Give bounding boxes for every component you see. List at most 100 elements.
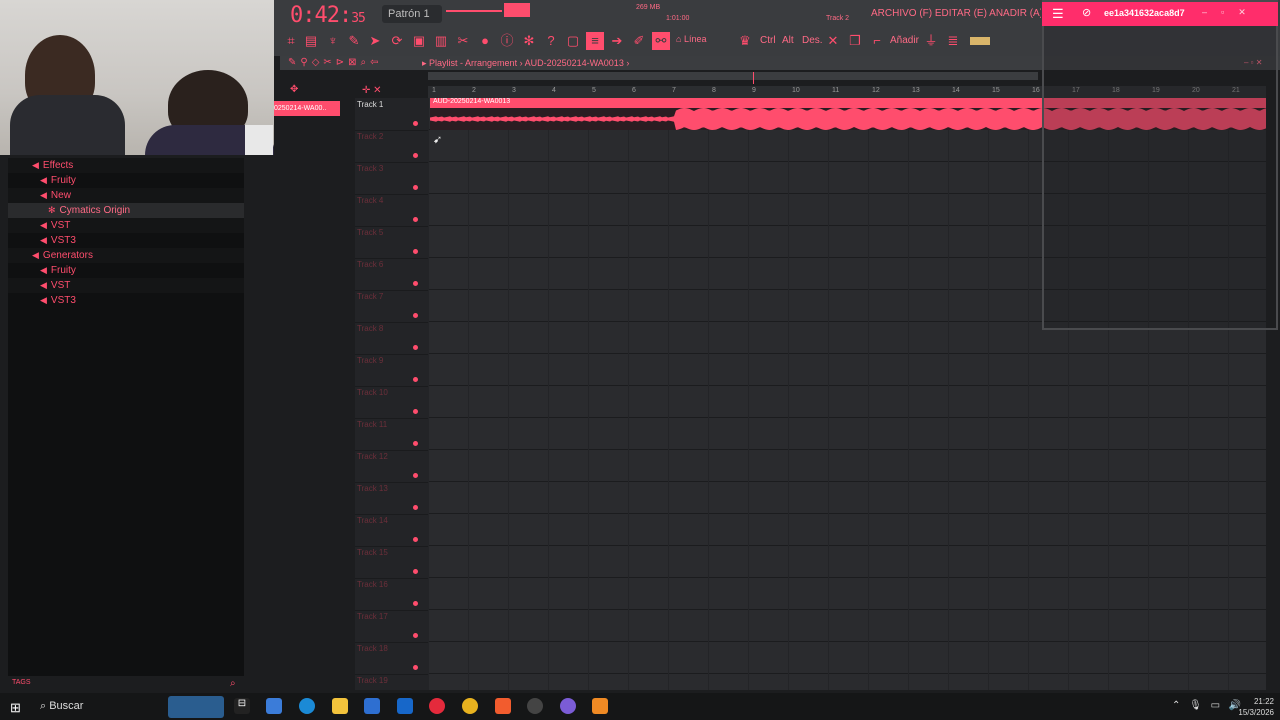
browser-item[interactable]: ◀ Generators [8,248,244,263]
mixer-icon[interactable]: ▥ [432,32,450,50]
brave-icon[interactable] [495,698,511,714]
track-mute-dot[interactable] [413,537,418,542]
system-tray-icons[interactable]: ⌃ 🎙 ▭ 🔊 [1172,700,1244,711]
mic-icon[interactable]: ● [476,32,494,50]
track-mute-dot[interactable] [413,409,418,414]
track-header[interactable]: Track 17 [355,610,428,643]
floating-window-titlebar[interactable]: ☰ ⊘ ee1a341632aca8d7 –▫✕ [1042,2,1278,26]
info-icon[interactable]: ⓘ [498,32,516,50]
track-header[interactable]: Track 10 [355,386,428,419]
pattern-selector[interactable]: Patrón 1 [382,5,442,23]
track-mute-dot[interactable] [413,345,418,350]
arrow-icon[interactable]: ➤ [366,32,384,50]
track-header[interactable]: Track 16 [355,578,428,611]
track-header[interactable]: Track 8 [355,322,428,355]
add-button[interactable]: Añadir [890,35,919,46]
red-app-icon[interactable] [429,698,445,714]
browser-item[interactable]: ◀ New [8,188,244,203]
search-icon[interactable]: ⌕ [230,678,236,689]
picker-clip-item[interactable]: 0250214-WA00.. [274,101,340,116]
snap-icon[interactable]: ⌗ [282,32,300,50]
track-header[interactable]: Track 14 [355,514,428,547]
browser-item[interactable]: ◀ Effects [8,158,244,173]
track-header[interactable]: Track 6 [355,258,428,291]
track-mute-dot[interactable] [413,153,418,158]
line-mode[interactable]: ⌂ Línea [676,34,706,44]
track-mute-dot[interactable] [413,185,418,190]
track-mute-dot[interactable] [413,377,418,382]
store-icon[interactable] [364,698,380,714]
track-mute-dot[interactable] [413,217,418,222]
pencil-icon[interactable]: ✐ [630,32,648,50]
track-mute-dot[interactable] [413,633,418,638]
floating-window-controls[interactable]: –▫✕ [1202,7,1260,18]
track-mute-dot[interactable] [413,569,418,574]
track-header[interactable]: Track 4 [355,194,428,227]
playlist-tools[interactable]: ✎⚲◇✂⊳⊠⌕⇦ [288,57,383,68]
stamp-icon[interactable]: ♛ [736,32,754,50]
track-header[interactable]: Track 7 [355,290,428,323]
track-mute-dot[interactable] [413,249,418,254]
plugin-icon[interactable]: ♆ [324,32,342,50]
tempo-bar[interactable] [970,37,990,45]
track-mute-dot[interactable] [413,665,418,670]
cut-icon[interactable]: ✂ [454,32,472,50]
track-header[interactable]: Track 9 [355,354,428,387]
gear-icon[interactable]: ✻ [520,32,538,50]
horizontal-scrollbar[interactable] [428,72,1038,80]
picker-arrows-icon[interactable]: ✥ [290,84,298,95]
browser-item[interactable]: ◀ VST [8,218,244,233]
track-mute-dot[interactable] [413,601,418,606]
save-icon[interactable]: ▣ [410,32,428,50]
fl-studio-icon[interactable] [592,698,608,714]
browser-item[interactable]: ◀ VST3 [8,293,244,308]
track-mute-dot[interactable] [413,281,418,286]
ctrl-button[interactable]: Ctrl [760,35,776,46]
track-mute-dot[interactable] [413,473,418,478]
clone-icon[interactable]: ❐ [846,32,864,50]
windows-start-icon[interactable]: ⊞ [10,700,21,716]
track-header[interactable]: Track 11 [355,418,428,451]
chrome-icon[interactable] [462,698,478,714]
mail-icon[interactable] [397,698,413,714]
track-header[interactable]: Track 18 [355,642,428,675]
hamburger-icon[interactable]: ☰ [1052,6,1064,22]
plug-icon[interactable]: ⏚ [922,32,940,50]
track-header[interactable]: Track 12 [355,450,428,483]
browser-item[interactable]: ✻ Cymatics Origin [8,203,244,218]
alt-button[interactable]: Alt [782,35,794,46]
track-header[interactable]: Track 1 [355,98,428,131]
play-arrow-icon[interactable]: ➔ [608,32,626,50]
swan-widget-icon[interactable] [168,696,224,718]
track-header[interactable]: Track 5 [355,226,428,259]
main-menu[interactable]: ARCHIVO (F) EDITAR (E) AÑADIR (A) PATRON… [871,8,1041,19]
link-icon[interactable]: ⚯ [652,32,670,50]
master-volume-slider[interactable] [446,10,502,12]
task-view-icon[interactable]: ⊟ [234,698,250,714]
track-mute-dot[interactable] [413,505,418,510]
taskbar-search[interactable]: ⌕ Buscar [40,700,83,713]
file-explorer-icon[interactable] [332,698,348,714]
edge-icon[interactable] [299,698,315,714]
browser-item[interactable]: ◀ VST3 [8,233,244,248]
track-header[interactable]: Track 13 [355,482,428,515]
song-position-display[interactable]: 0:42:35 [290,3,366,28]
file-icon[interactable]: ▤ [302,32,320,50]
track-mute-dot[interactable] [413,441,418,446]
track-header[interactable]: Track 3 [355,162,428,195]
list-icon[interactable]: ≣ [944,32,962,50]
discord-icon[interactable] [560,698,576,714]
browser-item[interactable]: ◀ VST [8,278,244,293]
track-mute-dot[interactable] [413,121,418,126]
floating-window[interactable] [1042,0,1278,330]
browser-item[interactable]: ◀ Fruity [8,173,244,188]
loop-icon[interactable]: ⟳ [388,32,406,50]
browser-item[interactable]: ◀ Fruity [8,263,244,278]
track-mute-dot[interactable] [413,313,418,318]
brush-icon[interactable]: ✎ [345,32,363,50]
window-icon[interactable]: ▢ [564,32,582,50]
folder-icon[interactable]: ⌐ [868,32,886,50]
help-icon[interactable]: ? [542,32,560,50]
tags-label[interactable]: TAGS [12,679,31,686]
add-track-icon[interactable]: ✛ ✕ [362,85,382,96]
